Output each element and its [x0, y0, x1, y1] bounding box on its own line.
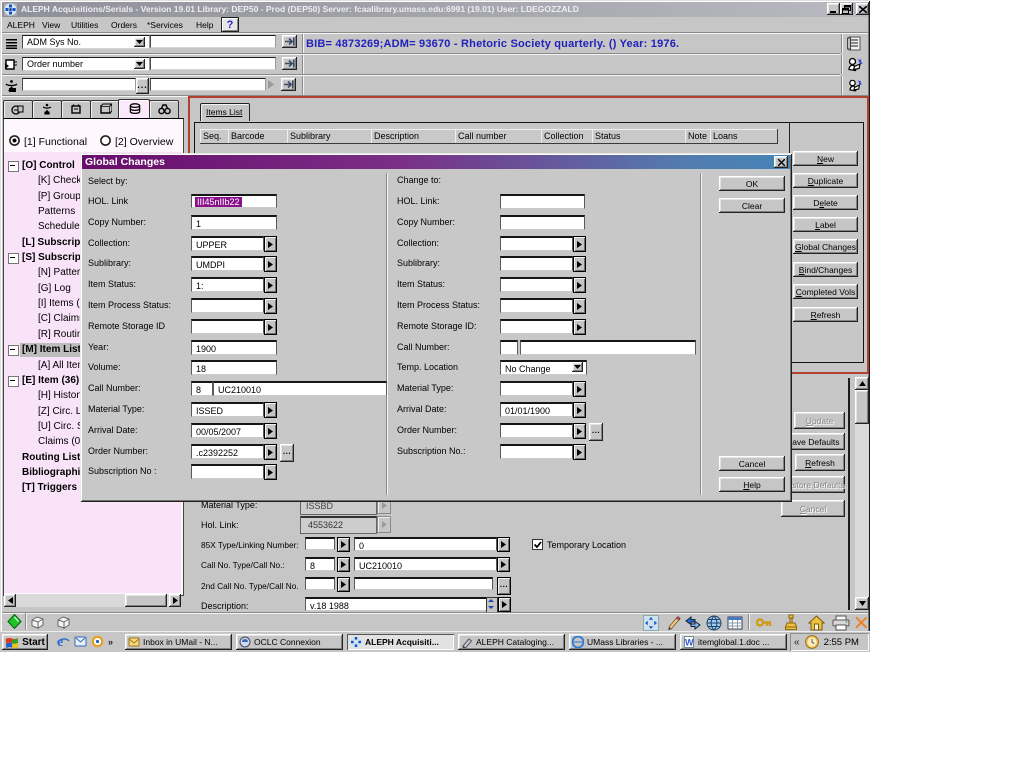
svg-text:W: W: [685, 638, 694, 648]
